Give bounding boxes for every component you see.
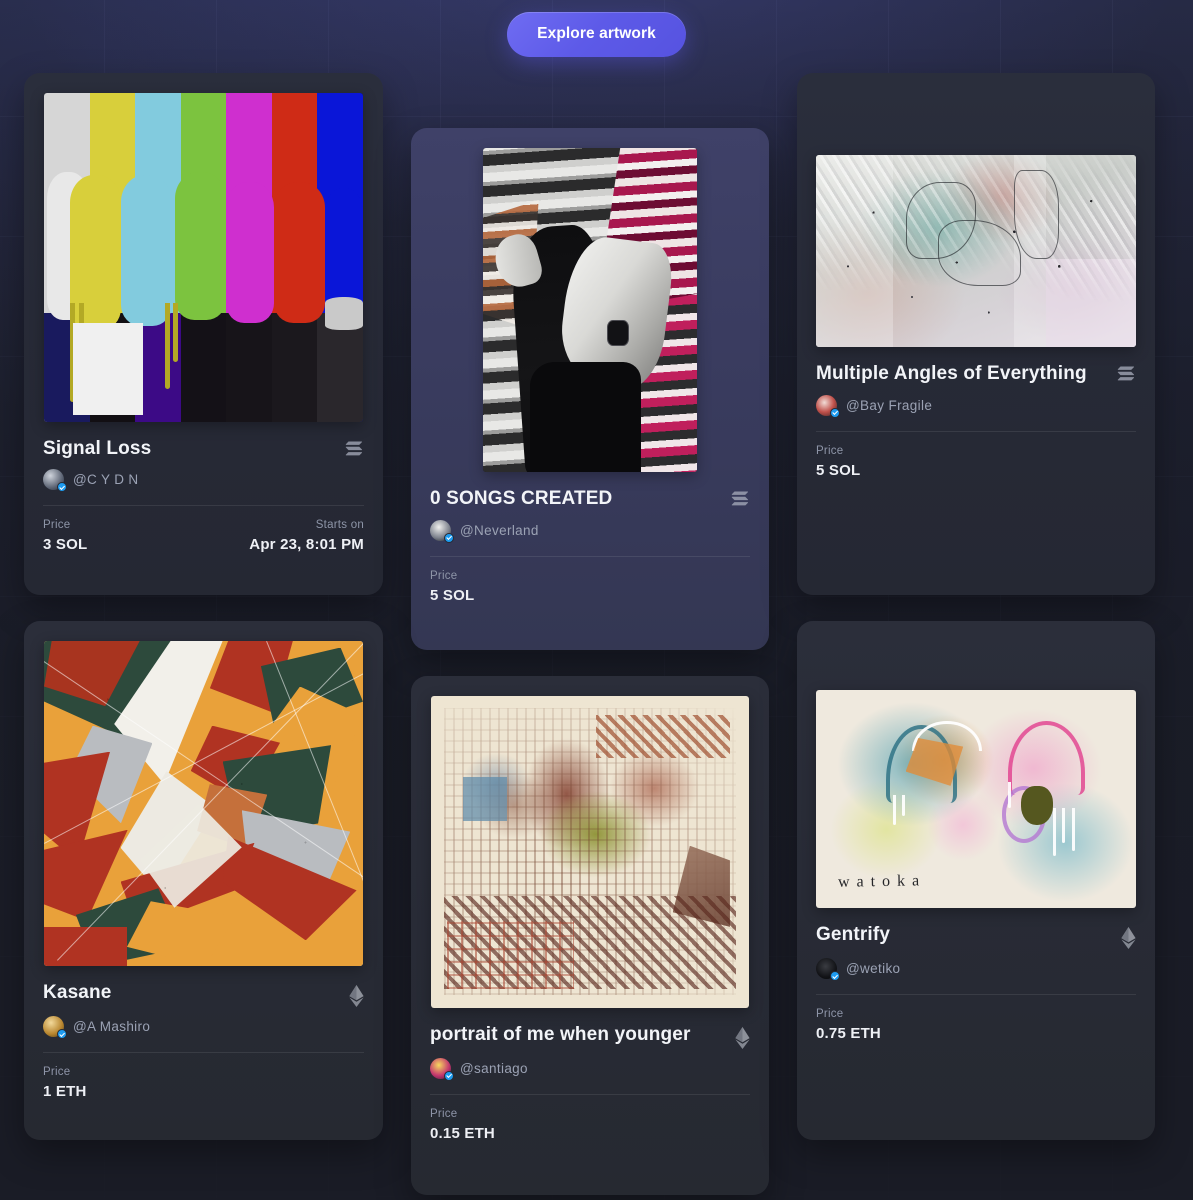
explore-artwork-button[interactable]: Explore artwork: [507, 12, 686, 57]
artwork-card-meta: Kasane @A Mashiro Price 1 ETH: [24, 966, 383, 1118]
price-block: Price 5 SOL: [430, 570, 474, 604]
price-label: Price: [816, 1008, 844, 1020]
divider: [430, 1093, 750, 1095]
starts-on-block: Starts on Apr 23, 8:01 PM: [249, 519, 364, 553]
author-handle: @santiago: [460, 1060, 528, 1076]
artwork-title: Gentrify: [816, 924, 891, 945]
price-block: Price 5 SOL: [816, 445, 860, 479]
price-value: 0.75 ETH: [816, 1025, 881, 1042]
artwork-image-wrapper: [24, 73, 383, 422]
price-block: Price 3 SOL: [43, 519, 87, 553]
verified-badge-icon: [444, 1070, 454, 1081]
price-value: 0.15 ETH: [430, 1124, 495, 1142]
price-label: Price: [816, 444, 844, 457]
price-label: Price: [43, 1066, 71, 1079]
artwork-card-signal-loss[interactable]: Signal Loss @C Y D N Price 3 SOL Starts …: [24, 73, 383, 595]
artwork-title: portrait of me when younger: [430, 1023, 691, 1045]
artwork-image-gentrify: watoka: [816, 690, 1136, 908]
artwork-image-wrapper: watoka: [797, 621, 1155, 908]
artwork-author[interactable]: @wetiko: [816, 958, 1136, 981]
divider: [43, 1052, 364, 1054]
artwork-author[interactable]: @Bay Fragile: [816, 394, 1136, 418]
artwork-author[interactable]: @A Mashiro: [43, 1016, 364, 1040]
author-handle: @wetiko: [846, 961, 901, 976]
price-label: Price: [43, 519, 71, 532]
author-handle: @C Y D N: [73, 472, 139, 488]
artwork-image-kasane: [44, 641, 363, 967]
price-value: 5 SOL: [430, 586, 475, 604]
solana-icon: [345, 441, 363, 455]
artwork-card-meta: portrait of me when younger @santiago Pr…: [411, 1008, 769, 1160]
artwork-title: 0 SONGS CREATED: [430, 488, 613, 510]
divider: [43, 505, 364, 507]
verified-badge-icon: [830, 971, 840, 981]
ethereum-icon: [735, 1026, 750, 1049]
author-handle: @Bay Fragile: [846, 397, 933, 413]
starts-on-label: Starts on: [315, 519, 364, 532]
price-label: Price: [430, 569, 458, 582]
artwork-author[interactable]: @C Y D N: [43, 469, 364, 493]
price-label: Price: [430, 1107, 458, 1120]
author-handle: @Neverland: [460, 522, 539, 538]
artwork-image-portrait-younger: [431, 696, 749, 1008]
artwork-card-grid: Signal Loss @C Y D N Price 3 SOL Starts …: [0, 0, 1193, 1200]
artwork-image-wrapper: [24, 621, 383, 967]
artwork-title: Kasane: [43, 982, 112, 1004]
artwork-handwritten-text: watoka: [838, 871, 927, 891]
price-block: Price 0.75 ETH: [816, 1008, 881, 1042]
avatar: [430, 519, 454, 543]
artwork-title: Multiple Angles of Everything: [816, 363, 1087, 384]
avatar: [816, 958, 840, 981]
artwork-image-signal-loss: [44, 93, 363, 422]
avatar: [43, 1016, 67, 1040]
avatar: [430, 1057, 454, 1081]
artwork-card-meta: Gentrify @wetiko Price 0.75 ETH: [797, 908, 1155, 1060]
artwork-image-multiple-angles: [816, 155, 1136, 347]
artwork-image-wrapper: [797, 73, 1155, 347]
artwork-card-meta: Signal Loss @C Y D N Price 3 SOL Starts …: [24, 422, 383, 572]
avatar: [816, 394, 840, 418]
artwork-card-multiple-angles[interactable]: Multiple Angles of Everything @Bay Fragi…: [797, 73, 1155, 595]
ethereum-icon: [1121, 927, 1136, 949]
artwork-card-kasane[interactable]: Kasane @A Mashiro Price 1 ETH: [24, 621, 383, 1140]
explore-artwork-toolbar: Explore artwork: [0, 12, 1193, 57]
artwork-card-meta: Multiple Angles of Everything @Bay Fragi…: [797, 347, 1155, 497]
price-value: 1 ETH: [43, 1083, 87, 1101]
price-value: 5 SOL: [816, 461, 861, 479]
artwork-image-wrapper: [411, 676, 769, 1008]
artwork-card-songs-created[interactable]: 0 SONGS CREATED @Neverland Price 5 SOL: [411, 128, 769, 650]
artwork-author[interactable]: @santiago: [430, 1057, 750, 1081]
starts-on-value: Apr 23, 8:01 PM: [249, 536, 364, 554]
author-handle: @A Mashiro: [73, 1019, 151, 1035]
verified-badge-icon: [444, 532, 454, 543]
divider: [816, 430, 1136, 432]
price-value: 3 SOL: [43, 536, 88, 554]
artwork-card-portrait-younger[interactable]: portrait of me when younger @santiago Pr…: [411, 676, 769, 1195]
divider: [430, 555, 750, 557]
artwork-author[interactable]: @Neverland: [430, 519, 750, 543]
solana-icon: [731, 491, 749, 506]
price-block: Price 1 ETH: [43, 1066, 87, 1100]
artwork-image-wrapper: [411, 128, 769, 473]
avatar: [43, 469, 67, 493]
artwork-card-gentrify[interactable]: watoka Gentrify @wetiko Price 0.75 ETH: [797, 621, 1155, 1140]
price-block: Price 0.15 ETH: [430, 1108, 495, 1142]
verified-badge-icon: [57, 1029, 67, 1040]
divider: [816, 994, 1136, 995]
verified-badge-icon: [57, 482, 67, 493]
artwork-card-meta: 0 SONGS CREATED @Neverland Price 5 SOL: [411, 472, 769, 622]
ethereum-icon: [349, 985, 364, 1008]
solana-icon: [1117, 366, 1135, 381]
artwork-image-songs-created: [483, 148, 697, 473]
artwork-title: Signal Loss: [43, 437, 152, 459]
verified-badge-icon: [830, 407, 840, 418]
